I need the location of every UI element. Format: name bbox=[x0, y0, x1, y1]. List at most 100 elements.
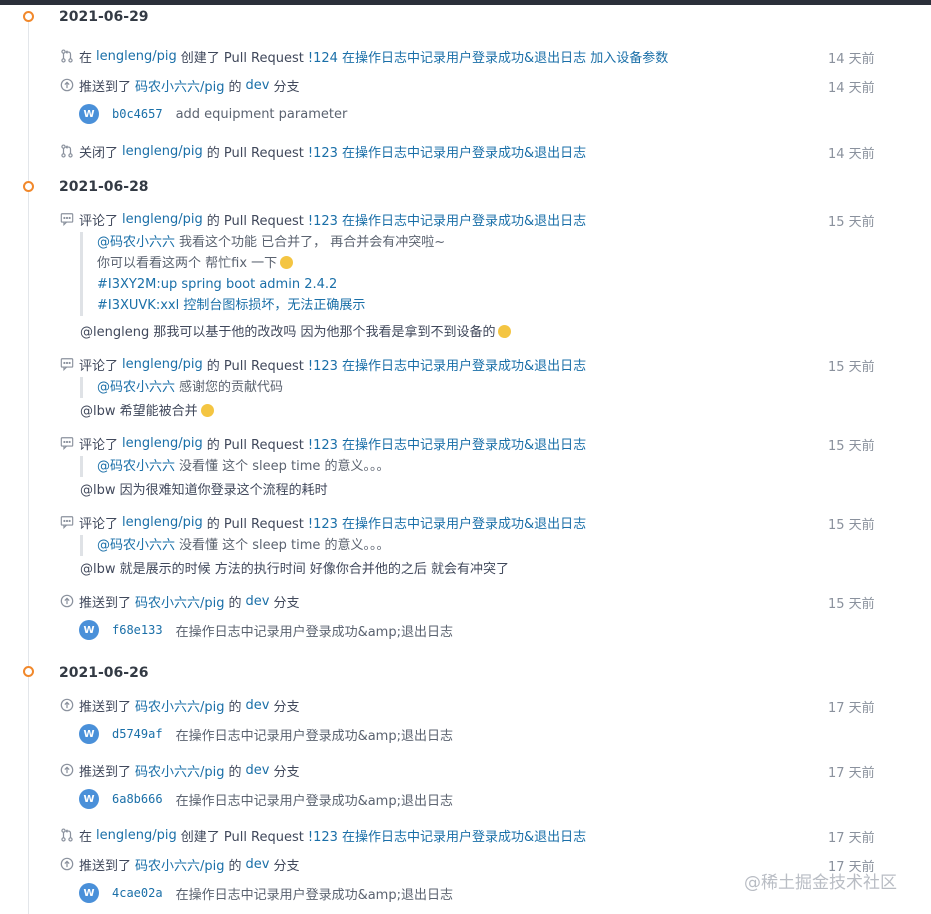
date-dot bbox=[23, 181, 34, 192]
repo-link[interactable]: lengleng/pig bbox=[122, 436, 203, 451]
pull-request-link[interactable]: !123 在操作日志中记录用户登录成功&退出日志 bbox=[308, 434, 586, 453]
event-prefix: 在 bbox=[79, 829, 93, 845]
quote-text: 感谢您的贡献代码 bbox=[179, 380, 284, 395]
event-time: 14 天前 bbox=[828, 52, 875, 67]
repo-link[interactable]: 码农小六六/pig bbox=[135, 76, 225, 95]
commit-sha-link[interactable]: b0c4657 bbox=[112, 107, 163, 121]
quote-line: #I3XUVK:xxl 控制台图标损坏，无法正确展示 bbox=[97, 295, 445, 316]
repo-link[interactable]: lengleng/pig bbox=[96, 828, 177, 843]
commit-row: W b0c4657 add equipment parameter bbox=[79, 103, 347, 125]
event-action: 的 Pull Request bbox=[206, 145, 304, 161]
pull-request-icon bbox=[59, 827, 75, 843]
event-action: 创建了 Pull Request bbox=[180, 829, 304, 845]
commit-row: W 6a8b666 在操作日志中记录用户登录成功&amp;退出日志 bbox=[79, 788, 453, 810]
repo-link[interactable]: lengleng/pig bbox=[122, 357, 203, 372]
date-heading: 2021-06-26 bbox=[59, 665, 149, 681]
mention-link[interactable]: @码农小六六 bbox=[97, 235, 175, 250]
quote-line: 你可以看看这两个 帮忙fix 一下 bbox=[97, 253, 445, 274]
quote-text: 没看懂 这个 sleep time 的意义。。。 bbox=[179, 459, 390, 474]
date-heading: 2021-06-29 bbox=[59, 9, 149, 25]
pull-request-link[interactable]: !124 在操作日志中记录用户登录成功&退出日志 加入设备参数 bbox=[308, 47, 668, 66]
commit-message: 在操作日志中记录用户登录成功&amp;退出日志 bbox=[175, 887, 453, 903]
pull-request-link[interactable]: !123 在操作日志中记录用户登录成功&退出日志 bbox=[308, 355, 586, 374]
event-prefix: 推送到了 bbox=[79, 595, 132, 611]
event-action: 的 bbox=[228, 699, 242, 715]
event-time: 14 天前 bbox=[828, 81, 875, 96]
comment-reply: @lbw 希望能被合并 bbox=[80, 402, 214, 422]
activity-event: 评论了 lengleng/pig 的 Pull Request !123 在操作… bbox=[59, 209, 879, 229]
pull-request-link[interactable]: !123 在操作日志中记录用户登录成功&退出日志 bbox=[308, 210, 586, 229]
repo-link[interactable]: lengleng/pig bbox=[122, 212, 203, 227]
avatar[interactable]: W bbox=[79, 883, 99, 903]
date-dot bbox=[23, 11, 34, 22]
pull-request-link[interactable]: !123 在操作日志中记录用户登录成功&退出日志 bbox=[308, 826, 586, 845]
event-prefix: 评论了 bbox=[79, 213, 119, 229]
comment-icon bbox=[59, 514, 75, 530]
quote-line: @码农小六六 我看这个功能 已合并了， 再合并会有冲突啦~ bbox=[97, 232, 445, 253]
event-prefix: 推送到了 bbox=[79, 764, 132, 780]
commit-message: add equipment parameter bbox=[175, 106, 348, 122]
issue-link[interactable]: #I3XUVK:xxl 控制台图标损坏，无法正确展示 bbox=[97, 298, 365, 313]
mention-link[interactable]: @码农小六六 bbox=[97, 538, 175, 553]
comment-quote: @码农小六六 没看懂 这个 sleep time 的意义。。。 bbox=[80, 456, 390, 477]
date-heading: 2021-06-28 bbox=[59, 179, 149, 195]
repo-link[interactable]: 码农小六六/pig bbox=[135, 592, 225, 611]
activity-event: 评论了 lengleng/pig 的 Pull Request !123 在操作… bbox=[59, 354, 879, 374]
pull-request-link[interactable]: !123 在操作日志中记录用户登录成功&退出日志 bbox=[308, 513, 586, 532]
event-time: 17 天前 bbox=[828, 766, 875, 781]
commit-row: W 4cae02a 在操作日志中记录用户登录成功&amp;退出日志 bbox=[79, 882, 453, 904]
event-action: 的 bbox=[228, 764, 242, 780]
event-time: 15 天前 bbox=[828, 360, 875, 375]
avatar[interactable]: W bbox=[79, 104, 99, 124]
commit-sha-link[interactable]: f68e133 bbox=[112, 623, 163, 637]
event-prefix: 在 bbox=[79, 50, 93, 66]
activity-event: 推送到了 码农小六六/pig 的 dev 分支 bbox=[59, 591, 879, 611]
activity-event: 推送到了 码农小六六/pig 的 dev 分支 bbox=[59, 760, 879, 780]
reply-text: @lengleng 那我可以基于他的改改吗 因为他那个我看是拿到不到设备的 bbox=[80, 325, 496, 340]
event-action: 的 Pull Request bbox=[206, 437, 304, 453]
repo-link[interactable]: lengleng/pig bbox=[122, 144, 203, 159]
repo-link[interactable]: 码农小六六/pig bbox=[135, 696, 225, 715]
repo-link[interactable]: lengleng/pig bbox=[96, 49, 177, 64]
event-suffix: 分支 bbox=[273, 595, 300, 611]
reply-text: @lbw 希望能被合并 bbox=[80, 404, 198, 419]
avatar[interactable]: W bbox=[79, 789, 99, 809]
commit-sha-link[interactable]: 4cae02a bbox=[112, 886, 163, 900]
event-prefix: 评论了 bbox=[79, 358, 119, 374]
commit-sha-link[interactable]: d5749af bbox=[112, 727, 163, 741]
quote-line: @码农小六六 没看懂 这个 sleep time 的意义。。。 bbox=[97, 535, 390, 556]
avatar[interactable]: W bbox=[79, 620, 99, 640]
event-action: 的 bbox=[228, 79, 242, 95]
activity-event: 关闭了 lengleng/pig 的 Pull Request !123 在操作… bbox=[59, 141, 879, 161]
activity-event: 在 lengleng/pig 创建了 Pull Request !123 在操作… bbox=[59, 825, 879, 845]
commit-row: W f68e133 在操作日志中记录用户登录成功&amp;退出日志 bbox=[79, 619, 453, 641]
smile-emoji-icon bbox=[280, 256, 294, 269]
avatar[interactable]: W bbox=[79, 724, 99, 744]
activity-event: 推送到了 码农小六六/pig 的 dev 分支 bbox=[59, 75, 879, 95]
branch-link[interactable]: dev bbox=[246, 594, 270, 609]
emoji-icon bbox=[498, 325, 512, 338]
mention-link[interactable]: @码农小六六 bbox=[97, 380, 175, 395]
event-action: 的 Pull Request bbox=[206, 213, 304, 229]
branch-link[interactable]: dev bbox=[246, 78, 270, 93]
repo-link[interactable]: lengleng/pig bbox=[122, 515, 203, 530]
event-action: 的 bbox=[228, 858, 242, 874]
repo-link[interactable]: 码农小六六/pig bbox=[135, 855, 225, 874]
branch-link[interactable]: dev bbox=[246, 763, 270, 778]
issue-link[interactable]: #I3XY2M:up spring boot admin 2.4.2 bbox=[97, 277, 337, 292]
quote-line: #I3XY2M:up spring boot admin 2.4.2 bbox=[97, 274, 445, 295]
pull-request-link[interactable]: !123 在操作日志中记录用户登录成功&退出日志 bbox=[308, 142, 586, 161]
commit-message: 在操作日志中记录用户登录成功&amp;退出日志 bbox=[175, 624, 453, 640]
quote-line: @码农小六六 没看懂 这个 sleep time 的意义。。。 bbox=[97, 456, 390, 477]
pull-request-icon bbox=[59, 48, 75, 64]
watermark: @稀土掘金技术社区 bbox=[744, 873, 897, 893]
commit-sha-link[interactable]: 6a8b666 bbox=[112, 792, 163, 806]
quote-text: 没看懂 这个 sleep time 的意义。。。 bbox=[179, 538, 390, 553]
mention-link[interactable]: @码农小六六 bbox=[97, 459, 175, 474]
activity-event: 在 lengleng/pig 创建了 Pull Request !124 在操作… bbox=[59, 46, 879, 66]
branch-link[interactable]: dev bbox=[246, 857, 270, 872]
event-prefix: 推送到了 bbox=[79, 858, 132, 874]
branch-link[interactable]: dev bbox=[246, 698, 270, 713]
repo-link[interactable]: 码农小六六/pig bbox=[135, 761, 225, 780]
commit-message: 在操作日志中记录用户登录成功&amp;退出日志 bbox=[175, 728, 453, 744]
